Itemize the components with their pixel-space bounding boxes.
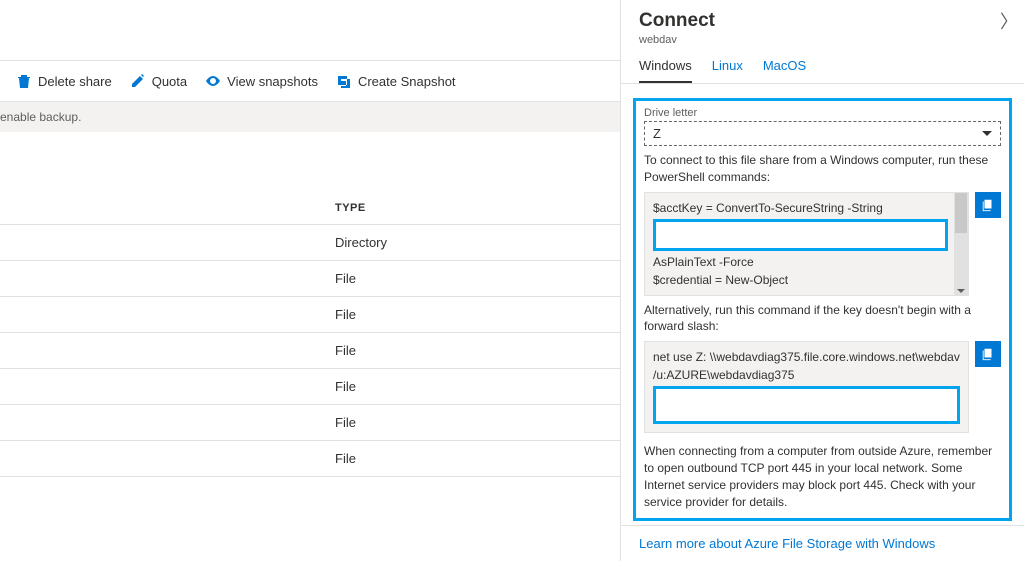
view-snapshots-label: View snapshots <box>227 74 318 89</box>
create-snapshot-label: Create Snapshot <box>358 74 456 89</box>
quota-button[interactable]: Quota <box>130 73 187 89</box>
table-row[interactable]: File <box>0 441 620 477</box>
table-row[interactable]: File <box>0 405 620 441</box>
chevron-down-icon <box>982 131 992 136</box>
drive-letter-select[interactable]: Z <box>644 121 1001 146</box>
powershell-instructions: To connect to this file share from a Win… <box>644 152 1001 186</box>
view-snapshots-button[interactable]: View snapshots <box>205 73 318 89</box>
copy-button[interactable] <box>975 192 1001 218</box>
table-row[interactable]: File <box>0 297 620 333</box>
delete-share-label: Delete share <box>38 74 112 89</box>
copy-icon <box>981 347 995 361</box>
powershell-code-block[interactable]: $acctKey = ConvertTo-SecureString -Strin… <box>644 192 969 296</box>
snapshot-icon <box>336 73 352 89</box>
alt-instructions: Alternatively, run this command if the k… <box>644 302 1001 336</box>
table-row[interactable]: File <box>0 333 620 369</box>
tab-windows[interactable]: Windows <box>639 58 692 83</box>
file-table: TYPE Directory File File File File File … <box>0 192 620 477</box>
code-line: net use Z: \\webdavdiag375.file.core.win… <box>653 348 960 384</box>
table-header-type: TYPE <box>0 192 620 225</box>
drive-letter-label: Drive letter <box>644 107 1001 119</box>
panel-subtitle: webdav <box>639 34 1006 46</box>
highlight-section-1: Drive letter Z To connect to this file s… <box>633 98 1012 521</box>
info-bar: enable backup. <box>0 102 620 132</box>
tab-linux[interactable]: Linux <box>712 58 743 83</box>
redacted-key-field <box>653 219 948 251</box>
panel-title: Connect <box>639 10 1006 32</box>
eye-icon <box>205 73 221 89</box>
code-line: $credential = New-Object <box>653 271 948 289</box>
panel-header: Connect webdav 〉 <box>621 0 1024 46</box>
scrollbar[interactable] <box>954 193 968 295</box>
drive-letter-value: Z <box>653 126 661 141</box>
create-snapshot-button[interactable]: Create Snapshot <box>336 73 456 89</box>
trash-icon <box>16 73 32 89</box>
pencil-icon <box>130 73 146 89</box>
copy-icon <box>981 198 995 212</box>
close-icon[interactable]: 〉 <box>1000 8 1018 34</box>
learn-more-link[interactable]: Learn more about Azure File Storage with… <box>621 525 1024 561</box>
copy-button[interactable] <box>975 341 1001 367</box>
netuse-code-block[interactable]: net use Z: \\webdavdiag375.file.core.win… <box>644 341 969 433</box>
scrollbar-thumb[interactable] <box>955 193 967 233</box>
table-row[interactable]: File <box>0 261 620 297</box>
quota-label: Quota <box>152 74 187 89</box>
code-line: AsPlainText -Force <box>653 253 948 271</box>
panel-body: Drive letter Z To connect to this file s… <box>621 84 1024 525</box>
port-note: When connecting from a computer from out… <box>644 443 1001 510</box>
toolbar: Delete share Quota View snapshots Create… <box>0 60 620 102</box>
main-content: Delete share Quota View snapshots Create… <box>0 0 620 561</box>
delete-share-button[interactable]: Delete share <box>16 73 112 89</box>
scroll-down-icon[interactable] <box>957 289 965 293</box>
code-line: $acctKey = ConvertTo-SecureString -Strin… <box>653 199 948 217</box>
table-row[interactable]: Directory <box>0 225 620 261</box>
tab-macos[interactable]: MacOS <box>763 58 806 83</box>
os-tabs: Windows Linux MacOS <box>621 46 1024 84</box>
table-row[interactable]: File <box>0 369 620 405</box>
connect-panel: Connect webdav 〉 Windows Linux MacOS Dri… <box>620 0 1024 561</box>
redacted-key-field <box>653 386 960 424</box>
